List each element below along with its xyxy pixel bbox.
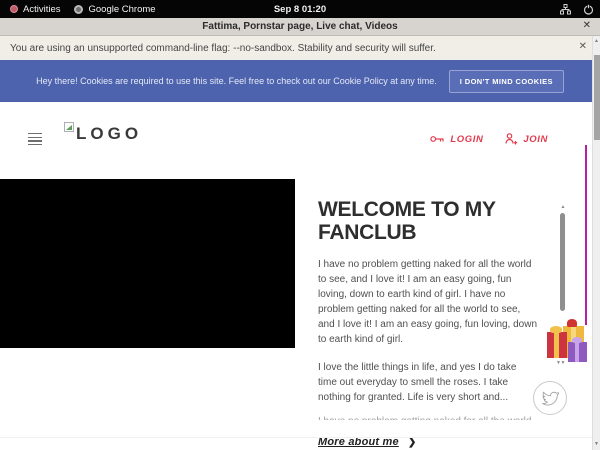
video-player[interactable] (0, 179, 295, 348)
key-icon (430, 134, 445, 144)
panel-scroll-up-icon[interactable]: ▲ (559, 204, 567, 210)
gift-box-red-icon (547, 332, 567, 358)
webpage: LOGO LOGIN (0, 102, 592, 450)
warning-text: You are using an unsupported command-lin… (10, 43, 436, 54)
login-label: LOGIN (450, 134, 483, 145)
browser-scrollbar-thumb[interactable] (594, 55, 600, 140)
browser-scrollbar: ▲ ▼ (592, 36, 600, 450)
logo-text: LOGO (76, 124, 142, 144)
gift-string (585, 145, 587, 325)
window-title-bar: Fattima, Pornstar page, Live chat, Video… (0, 18, 600, 36)
bio-paragraph-2: I love the little things in life, and ye… (318, 360, 538, 405)
gift-box-purple-icon (568, 342, 587, 362)
join-button[interactable]: JOIN (505, 133, 548, 145)
twitter-button[interactable] (533, 381, 567, 415)
welcome-section: WELCOME TO MY FANCLUB I have no problem … (318, 198, 538, 448)
twitter-bird-icon (541, 390, 559, 406)
join-label: JOIN (523, 134, 548, 145)
gift-scroll-down-icon[interactable]: ▼ (556, 360, 561, 366)
browser-scroll-up-icon[interactable]: ▲ (593, 38, 600, 44)
accept-cookies-button[interactable]: I DON'T MIND COOKIES (449, 70, 564, 93)
hamburger-menu-icon[interactable] (28, 133, 42, 147)
site-logo[interactable]: LOGO (64, 122, 142, 144)
section-divider (0, 437, 592, 438)
network-tree-icon[interactable] (560, 4, 571, 15)
desktop: Activities Google Chrome Sep 8 01:20 (0, 0, 600, 450)
browser-scroll-down-icon[interactable]: ▼ (593, 441, 600, 447)
chrome-warning-bar: You are using an unsupported command-lin… (0, 36, 600, 60)
chevron-right-icon: ❯ (408, 437, 416, 448)
site-header: LOGO LOGIN (0, 102, 592, 179)
bio-paragraph-1: I have no problem getting naked for all … (318, 257, 538, 347)
broken-image-icon (64, 122, 74, 132)
clock[interactable]: Sep 8 01:20 (0, 4, 600, 15)
window-close-icon[interactable]: ✕ (583, 20, 591, 31)
gnome-top-bar: Activities Google Chrome Sep 8 01:20 (0, 0, 600, 18)
window-title: Fattima, Pornstar page, Live chat, Video… (202, 21, 397, 32)
warning-close-icon[interactable]: ✕ (579, 41, 587, 52)
panel-scrollbar-thumb[interactable] (560, 213, 565, 311)
person-plus-icon (505, 133, 518, 145)
cookie-banner: Hey there! Cookies are required to use t… (0, 60, 600, 102)
power-icon[interactable] (583, 4, 594, 15)
login-button[interactable]: LOGIN (430, 134, 483, 145)
cookie-message: Hey there! Cookies are required to use t… (36, 76, 437, 86)
welcome-heading: WELCOME TO MY FANCLUB (318, 198, 538, 244)
bio-clipped-line: I have no problem getting naked for all … (318, 415, 538, 420)
gift-widget[interactable] (546, 318, 592, 366)
